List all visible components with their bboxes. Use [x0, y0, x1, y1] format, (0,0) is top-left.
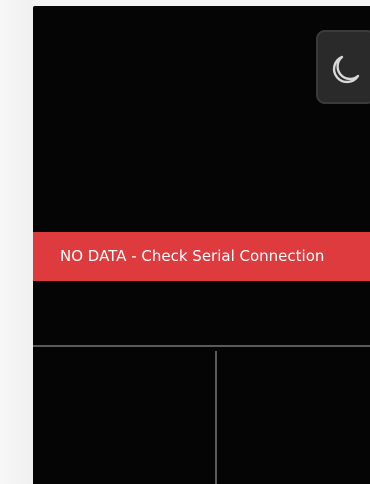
page: NO DATA - Check Serial Connection — [0, 0, 370, 484]
status-banner-text: NO DATA - Check Serial Connection — [60, 247, 325, 265]
status-banner: NO DATA - Check Serial Connection — [33, 232, 370, 281]
dashboard-screen: NO DATA - Check Serial Connection — [33, 6, 370, 484]
data-panel-left — [33, 347, 215, 484]
moon-icon — [332, 55, 360, 84]
data-panel-right — [217, 347, 370, 484]
background-margin — [0, 0, 33, 484]
theme-toggle-button[interactable] — [316, 30, 370, 104]
